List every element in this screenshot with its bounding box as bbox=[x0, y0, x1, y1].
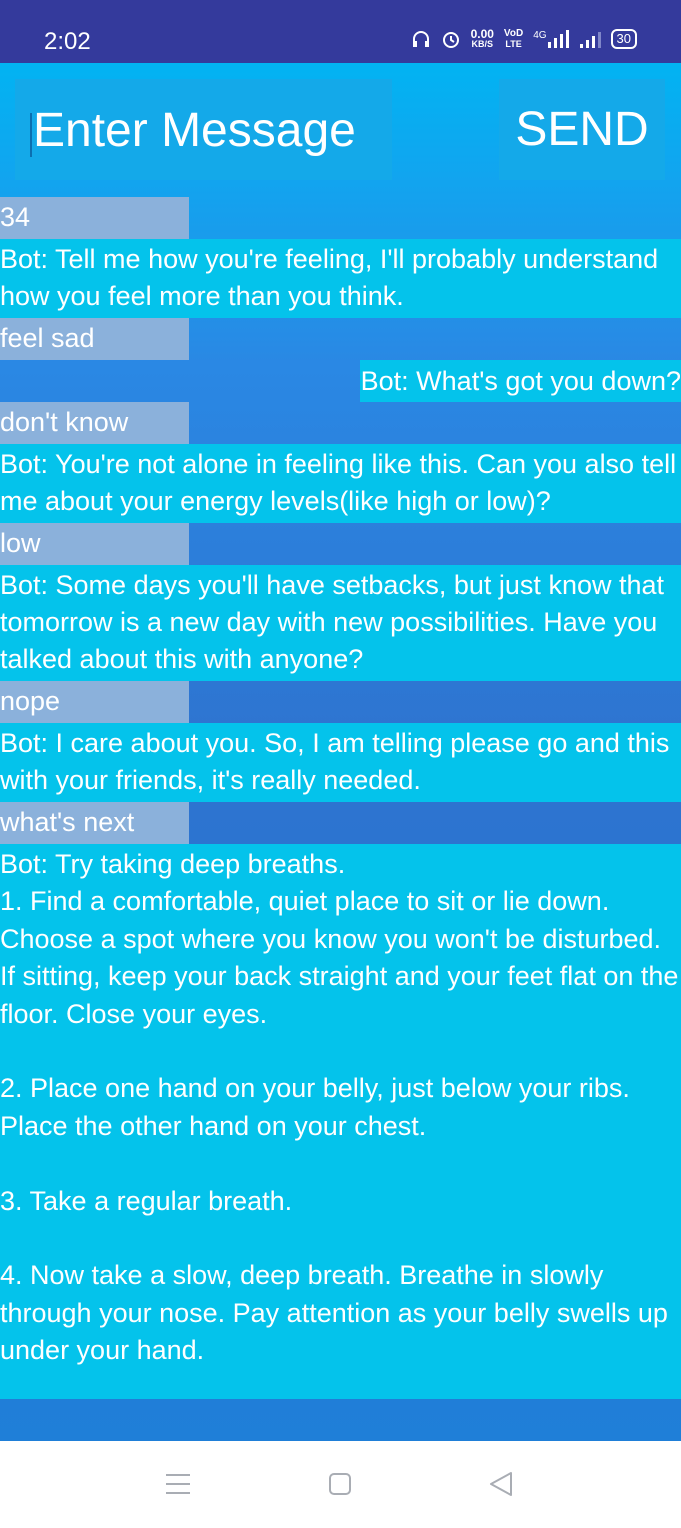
status-time: 2:02 bbox=[44, 28, 91, 55]
user-message: 34 bbox=[0, 197, 189, 239]
status-bar: 2:02 0.00 KB/S VoD LTE 4G 30 bbox=[0, 0, 681, 63]
bot-message: Bot: Tell me how you're feeling, I'll pr… bbox=[0, 239, 681, 318]
status-icons: 0.00 KB/S VoD LTE 4G 30 bbox=[411, 27, 637, 50]
system-nav-bar bbox=[0, 1441, 681, 1528]
signal-icon: 4G bbox=[533, 30, 569, 48]
net-speed-unit: KB/S bbox=[471, 39, 493, 49]
volte-indicator: VoD LTE bbox=[503, 28, 524, 50]
volte-bottom: LTE bbox=[505, 39, 522, 49]
signal-icon-2 bbox=[579, 30, 601, 48]
bot-message: Bot: Some days you'll have setbacks, but… bbox=[0, 565, 681, 681]
user-message: what's next bbox=[0, 802, 189, 844]
net-speed: 0.00 KB/S bbox=[470, 27, 494, 49]
bot-message: Bot: Try taking deep breaths. 1. Find a … bbox=[0, 844, 681, 1399]
message-input[interactable] bbox=[31, 97, 385, 163]
battery-icon: 30 bbox=[610, 29, 637, 49]
menu-icon[interactable] bbox=[163, 1469, 193, 1499]
chat-list: 34 Bot: Tell me how you're feeling, I'll… bbox=[0, 197, 681, 1399]
user-message: nope bbox=[0, 681, 189, 723]
home-square-icon[interactable] bbox=[325, 1469, 355, 1499]
bot-message: Bot: What's got you down? bbox=[359, 360, 681, 402]
user-message: don't know bbox=[0, 402, 189, 444]
message-input-container[interactable] bbox=[15, 79, 392, 180]
headphones-icon bbox=[411, 29, 431, 49]
bot-message-row: Bot: What's got you down? bbox=[0, 360, 681, 402]
user-message: feel sad bbox=[0, 318, 189, 360]
bot-message: Bot: I care about you. So, I am telling … bbox=[0, 723, 681, 802]
network-type: 4G bbox=[533, 30, 547, 41]
net-speed-value: 0.00 bbox=[470, 27, 494, 41]
volte-top: VoD bbox=[503, 28, 524, 39]
send-button[interactable]: SEND bbox=[499, 79, 665, 180]
alarm-icon bbox=[441, 29, 461, 49]
bot-message: Bot: You're not alone in feeling like th… bbox=[0, 444, 681, 523]
back-triangle-icon[interactable] bbox=[486, 1469, 516, 1499]
user-message: low bbox=[0, 523, 189, 565]
chat-screen: SEND 34 Bot: Tell me how you're feeling,… bbox=[0, 63, 681, 1441]
